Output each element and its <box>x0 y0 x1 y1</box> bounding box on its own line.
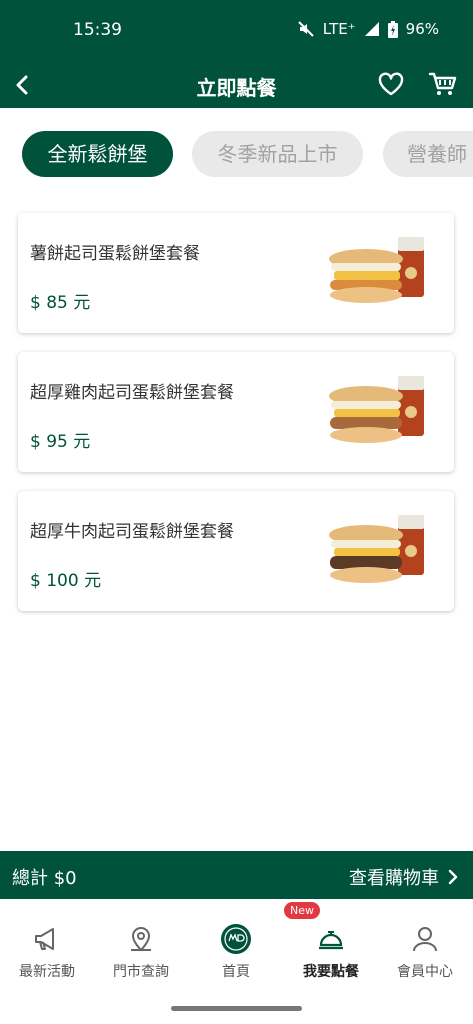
product-card[interactable]: 超厚牛肉起司蛋鬆餅堡套餐 $ 100 元 <box>18 491 454 611</box>
tab-winter-new[interactable]: 冬季新品上市 <box>192 131 363 177</box>
product-image <box>329 237 424 303</box>
gesture-bar[interactable] <box>171 1006 302 1011</box>
new-badge: New <box>284 902 320 919</box>
status-bar: 15:39 LTE⁺ 96% <box>0 0 473 62</box>
nav-label: 最新活動 <box>19 964 75 980</box>
chevron-right-icon <box>448 869 458 885</box>
product-name: 超厚雞肉起司蛋鬆餅堡套餐 <box>30 383 234 403</box>
nav-item-latest-events[interactable]: 最新活動 <box>0 899 94 989</box>
user-icon <box>413 927 437 952</box>
bottom-navigation: 最新活動 門市查詢 首頁 我要點餐 會員中心 New <box>0 899 473 989</box>
nav-item-home[interactable]: 首頁 <box>189 899 283 989</box>
battery-level: 96% <box>405 20 439 38</box>
product-price: $ 85 元 <box>30 293 91 313</box>
view-cart-label: 查看購物車 <box>349 868 439 889</box>
nav-label: 首頁 <box>222 964 250 980</box>
product-card[interactable]: 薯餅起司蛋鬆餅堡套餐 $ 85 元 <box>18 213 454 333</box>
nav-label: 會員中心 <box>397 964 453 980</box>
status-time: 15:39 <box>73 20 122 40</box>
tab-new-pancake-burger[interactable]: 全新鬆餅堡 <box>22 131 173 177</box>
app-header: 立即點餐 <box>0 62 473 108</box>
product-price: $ 95 元 <box>30 432 91 452</box>
battery-icon <box>387 20 398 38</box>
tab-nutritionist[interactable]: 營養師 <box>383 131 473 177</box>
view-cart-button[interactable]: 查看購物車 <box>349 864 459 890</box>
favorite-heart-icon[interactable] <box>377 70 405 98</box>
cart-total: 總計 $0 <box>12 868 77 889</box>
signal-icon <box>364 22 379 36</box>
service-bell-icon <box>319 931 343 950</box>
nav-label: 門市查詢 <box>113 964 169 980</box>
mwd-logo-icon <box>221 924 251 954</box>
product-image <box>329 376 424 443</box>
nav-item-store-locator[interactable]: 門市查詢 <box>94 899 188 989</box>
location-pin-icon <box>131 927 151 952</box>
product-image <box>329 515 424 583</box>
status-icons: LTE⁺ 96% <box>297 20 439 38</box>
product-name: 薯餅起司蛋鬆餅堡套餐 <box>30 244 200 264</box>
cart-total-bar: 總計 $0 查看購物車 <box>0 851 473 899</box>
megaphone-icon <box>35 928 54 950</box>
nav-label: 我要點餐 <box>303 964 359 980</box>
category-tabs: 全新鬆餅堡 冬季新品上市 營養師 <box>0 131 473 177</box>
product-card[interactable]: 超厚雞肉起司蛋鬆餅堡套餐 $ 95 元 <box>18 352 454 472</box>
network-label: LTE⁺ <box>322 20 356 38</box>
product-price: $ 100 元 <box>30 571 102 591</box>
nav-item-member-center[interactable]: 會員中心 <box>378 899 472 989</box>
shopping-cart-icon[interactable] <box>428 69 458 99</box>
product-name: 超厚牛肉起司蛋鬆餅堡套餐 <box>30 522 234 542</box>
mute-icon <box>298 21 314 37</box>
